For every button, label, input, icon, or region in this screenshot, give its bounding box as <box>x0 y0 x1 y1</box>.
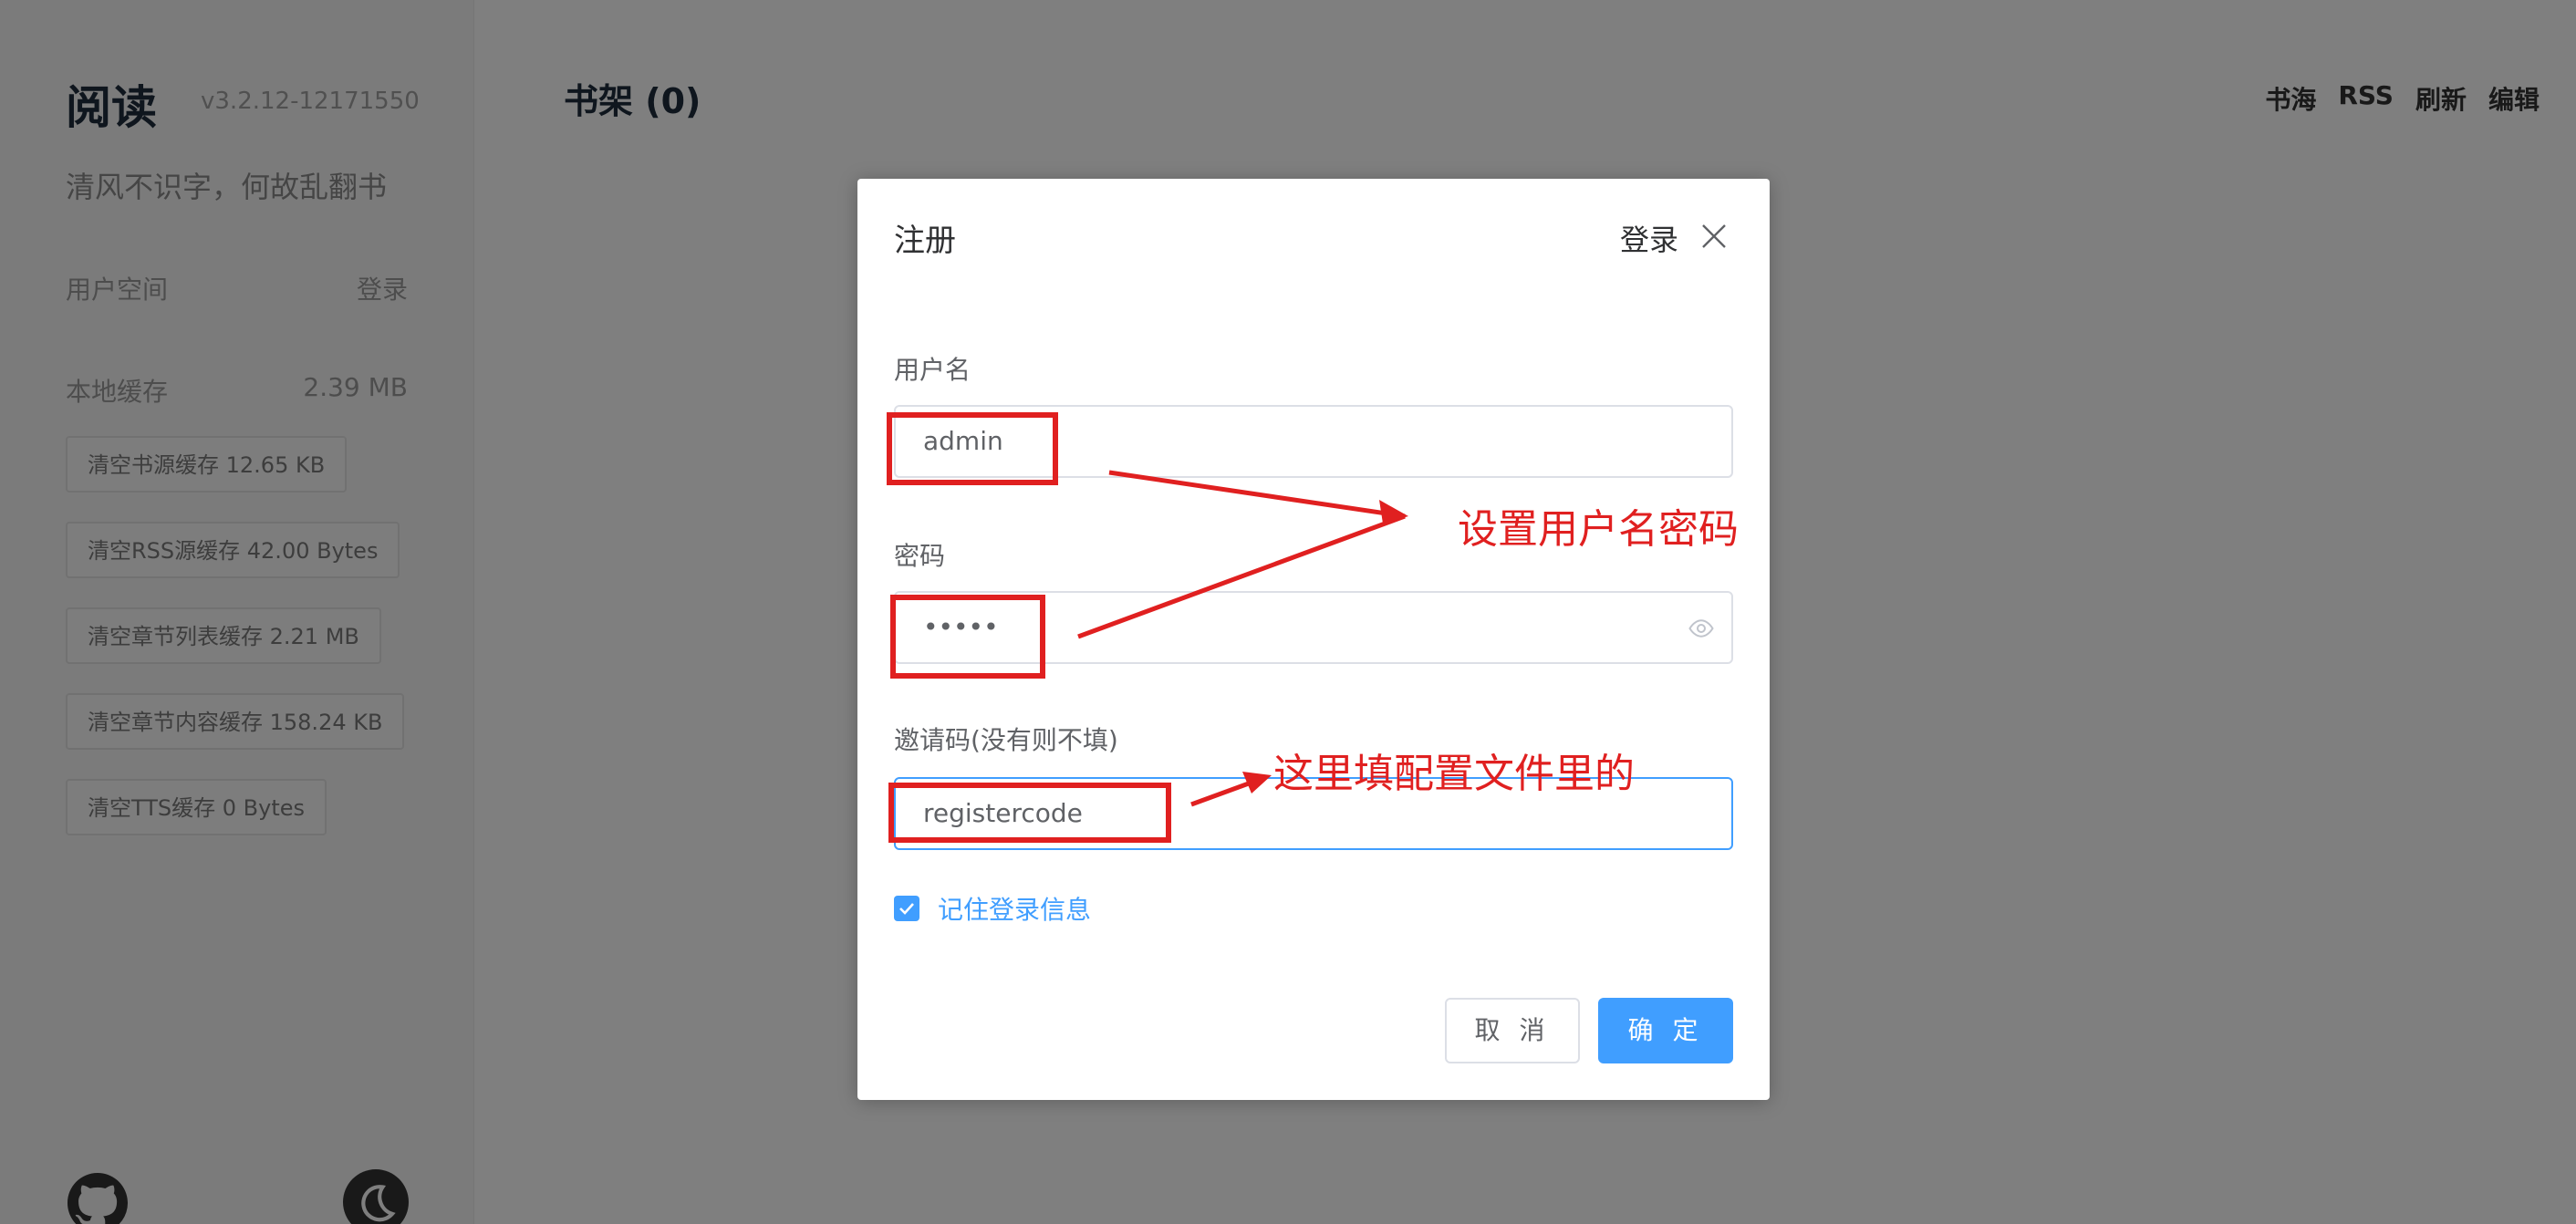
dialog-title: 注册 <box>894 223 956 259</box>
close-icon[interactable] <box>1700 223 1728 250</box>
username-highlight-box <box>887 412 1058 485</box>
remember-label[interactable]: 记住登录信息 <box>938 890 1091 927</box>
cancel-button[interactable]: 取 消 <box>1445 998 1580 1063</box>
remember-checkbox[interactable] <box>894 896 919 921</box>
checkmark-icon <box>899 903 914 915</box>
username-label: 用户名 <box>894 355 971 385</box>
eye-icon[interactable] <box>1688 615 1715 642</box>
invite-highlight-box <box>888 783 1171 843</box>
annotation-invite-code: 这里填配置文件里的 <box>1273 751 1635 797</box>
annotation-set-credentials: 设置用户名密码 <box>1458 506 1739 553</box>
password-label: 密码 <box>894 541 946 571</box>
confirm-button[interactable]: 确 定 <box>1598 998 1733 1063</box>
switch-to-login-link[interactable]: 登录 <box>1620 217 1678 259</box>
invite-code-label: 邀请码(没有则不填) <box>894 725 1118 755</box>
password-highlight-box <box>890 595 1045 679</box>
